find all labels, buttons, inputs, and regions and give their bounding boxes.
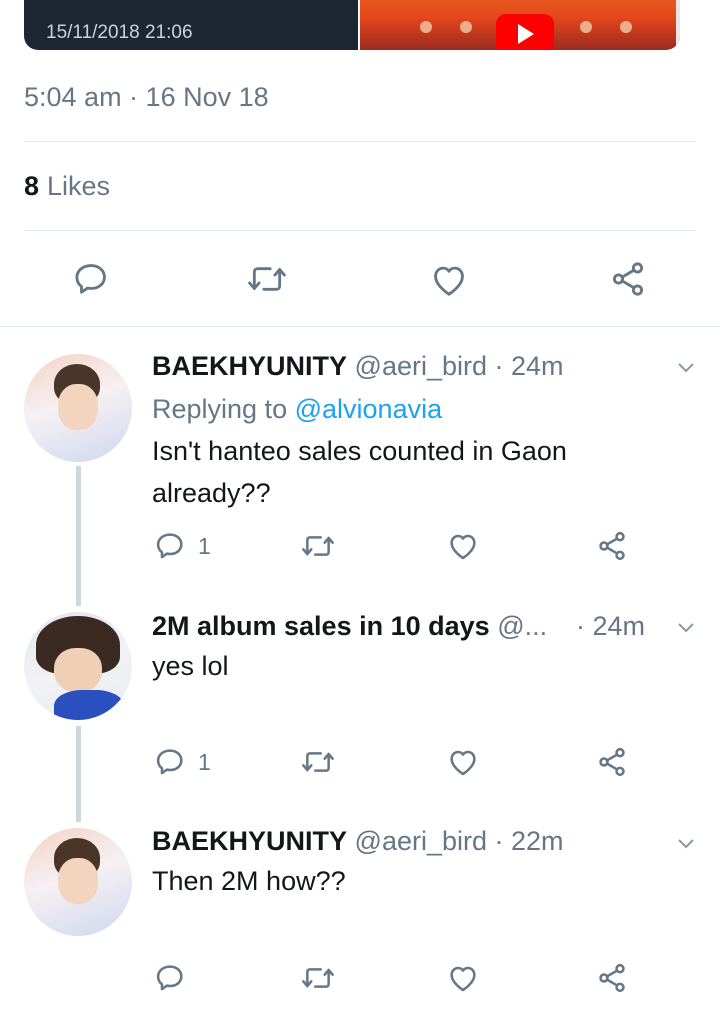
- display-name[interactable]: BAEKHYUNITY: [152, 826, 347, 856]
- avatar[interactable]: [24, 828, 132, 936]
- retweet-button[interactable]: [246, 260, 288, 298]
- avatar[interactable]: [24, 354, 132, 462]
- username[interactable]: @aeri_bird: [355, 351, 487, 381]
- reply-icon: [156, 965, 183, 991]
- tweet-timestamp: 5:04 am · 16 Nov 18: [24, 82, 269, 112]
- reply-header: BAEKHYUNITY @aeri_bird · 22m: [152, 826, 564, 857]
- share-button[interactable]: [608, 260, 648, 298]
- retweet-button[interactable]: [300, 962, 336, 994]
- quoted-tweet-panel[interactable]: 15/11/2018 21:06: [24, 0, 358, 50]
- like-icon: [450, 966, 476, 992]
- tweet-time: · 24m: [576, 611, 646, 641]
- divider: [24, 230, 696, 231]
- like-icon: [450, 534, 476, 560]
- like-button[interactable]: [447, 747, 479, 777]
- reply-count: 1: [198, 532, 211, 559]
- like-button[interactable]: [430, 262, 468, 298]
- retweet-button[interactable]: [300, 746, 336, 778]
- like-button[interactable]: [447, 963, 479, 993]
- reply-button[interactable]: [72, 260, 110, 298]
- retweet-icon: [248, 267, 286, 291]
- retweet-icon: [302, 752, 334, 772]
- share-button[interactable]: [596, 962, 628, 994]
- section-divider: [0, 326, 720, 327]
- youtube-play-icon[interactable]: [496, 14, 554, 50]
- thread-line: [76, 726, 81, 822]
- likes-label: Likes: [47, 171, 111, 201]
- retweet-button[interactable]: [300, 530, 336, 562]
- share-icon: [599, 531, 625, 561]
- replying-label: Replying to: [152, 394, 288, 424]
- like-icon: [450, 750, 476, 776]
- reply-header: 2M album sales in 10 days @...: [152, 611, 547, 642]
- share-button[interactable]: [596, 530, 628, 562]
- like-icon: [434, 266, 464, 296]
- share-icon: [599, 963, 625, 993]
- like-button[interactable]: [447, 531, 479, 561]
- tweet-text: yes lol: [152, 651, 229, 681]
- mention-link[interactable]: @alvionavia: [295, 394, 443, 424]
- tweet-time: · 22m: [494, 826, 564, 856]
- share-button[interactable]: [596, 746, 628, 778]
- username[interactable]: @aeri_bird: [355, 826, 487, 856]
- reply-button[interactable]: 1: [154, 746, 211, 778]
- chevron-down-icon[interactable]: [676, 361, 696, 375]
- replying-to: Replying to @alvionavia: [152, 394, 442, 425]
- reply-icon: [156, 749, 183, 775]
- chevron-down-icon[interactable]: [676, 837, 696, 851]
- chevron-down-icon[interactable]: [676, 621, 696, 635]
- likes-count: 8: [24, 171, 40, 201]
- tweet-time: · 24m: [494, 351, 564, 381]
- retweet-icon: [302, 968, 334, 988]
- video-thumbnail[interactable]: [360, 0, 680, 50]
- reply-button[interactable]: 1: [154, 530, 211, 562]
- tweet-text: Isn't hanteo sales counted in Gaon alrea…: [152, 436, 567, 508]
- share-icon: [599, 747, 625, 777]
- avatar[interactable]: [24, 612, 132, 720]
- thread-line: [76, 466, 81, 606]
- retweet-icon: [302, 536, 334, 556]
- likes-summary[interactable]: 8 Likes: [24, 171, 110, 202]
- display-name[interactable]: BAEKHYUNITY: [152, 351, 347, 381]
- reply-button[interactable]: [154, 962, 186, 994]
- quoted-media-card[interactable]: 15/11/2018 21:06: [24, 0, 680, 50]
- reply-icon: [156, 533, 183, 559]
- quoted-date: 15/11/2018 21:06: [46, 22, 193, 43]
- reply-count: 1: [198, 748, 211, 775]
- reply-icon: [75, 264, 106, 294]
- username[interactable]: @...: [497, 611, 547, 641]
- display-name[interactable]: 2M album sales in 10 days: [152, 611, 490, 641]
- tweet-text: Then 2M how??: [152, 866, 346, 896]
- reply-header: BAEKHYUNITY @aeri_bird · 24m: [152, 351, 564, 382]
- card-edge: [676, 0, 680, 50]
- tweet-time-wrap: · 24m: [576, 611, 645, 642]
- share-icon: [612, 262, 644, 296]
- divider: [24, 141, 696, 142]
